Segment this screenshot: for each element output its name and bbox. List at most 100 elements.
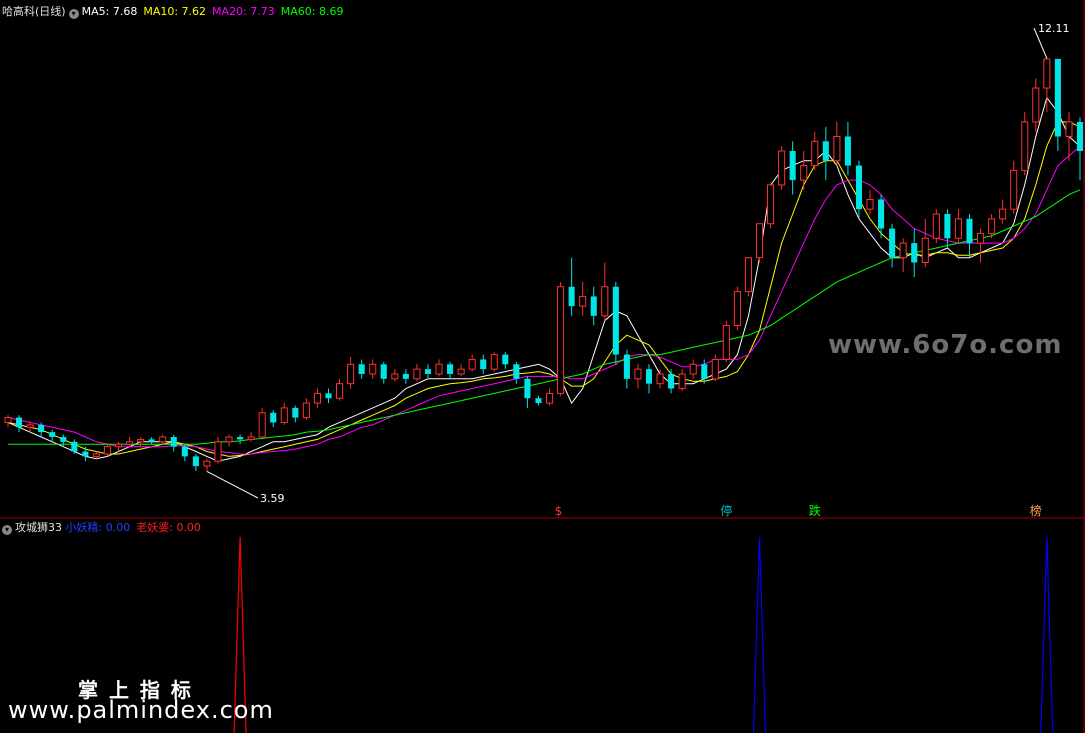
candle-body <box>668 373 675 389</box>
candle <box>380 361 387 384</box>
candle-body <box>38 424 45 433</box>
candle-body <box>1021 121 1029 171</box>
signal-marker: 榜 <box>1030 503 1042 518</box>
candle-body <box>192 456 199 467</box>
candle-body <box>921 237 929 263</box>
candle <box>82 446 89 462</box>
stock-title: 哈高科(日线) <box>2 5 66 18</box>
candle-body <box>1054 58 1061 137</box>
candle <box>767 184 775 229</box>
candle-body <box>302 402 310 419</box>
ma60-value: 8.69 <box>318 5 344 18</box>
candle-body <box>579 295 587 307</box>
candle-body <box>313 392 321 404</box>
candle <box>921 218 929 268</box>
candle <box>855 160 863 219</box>
candle-body <box>789 151 796 181</box>
candle-body <box>767 184 775 225</box>
candle <box>159 434 167 445</box>
candle <box>711 354 719 382</box>
candle-body <box>513 364 520 379</box>
grid-lines <box>0 82 1085 691</box>
candle <box>1054 58 1061 152</box>
candle <box>92 451 100 459</box>
candle-body <box>103 446 112 455</box>
candle-body <box>358 364 365 374</box>
candle <box>811 131 819 171</box>
candle <box>623 349 630 389</box>
indicator-spike <box>1040 536 1054 733</box>
candle-body <box>601 286 609 317</box>
candle-body <box>380 364 387 379</box>
candle <box>103 444 112 457</box>
candle-body <box>391 373 399 380</box>
candle <box>203 458 211 472</box>
candle-body <box>568 286 575 307</box>
candle-body <box>1010 169 1018 210</box>
candle-body <box>237 436 244 440</box>
candle <box>71 439 78 454</box>
candle-body <box>711 358 719 380</box>
candle-body <box>1043 58 1051 89</box>
candle <box>192 453 199 471</box>
candle-body <box>468 358 476 370</box>
candle-body <box>701 364 708 379</box>
candle-body <box>811 140 819 167</box>
signal-marker: 跌 <box>809 503 821 518</box>
candle <box>258 407 266 440</box>
candle <box>557 281 565 396</box>
indicator-name: 攻城狮33 <box>15 521 62 534</box>
indicator-spike <box>752 536 767 733</box>
candle-body <box>535 398 542 404</box>
candle-body <box>976 232 985 244</box>
candle-body <box>490 354 498 370</box>
indicator-s1-value: 0.00 <box>105 521 131 534</box>
candle-body <box>889 228 896 258</box>
price-chart[interactable]: 12.11 3.59 $ 停 跌 榜 <box>0 0 1085 733</box>
candle-body <box>480 359 487 370</box>
candle-body <box>855 165 863 210</box>
signal-markers: $ 停 跌 榜 <box>555 503 1042 518</box>
candle-body <box>557 286 565 394</box>
candle <box>336 378 344 401</box>
candle <box>634 364 642 389</box>
candle <box>844 121 851 176</box>
candle-body <box>822 141 829 161</box>
candle-body <box>656 373 664 385</box>
candle-body <box>114 443 123 448</box>
ma20-label: MA20: <box>212 5 247 18</box>
ma20-value: 7.73 <box>250 5 275 18</box>
indicator-lines <box>233 536 1054 733</box>
candle-body <box>137 438 145 443</box>
candle <box>424 364 431 379</box>
candle-body <box>833 135 841 162</box>
candle <box>225 434 233 447</box>
candle <box>976 228 985 263</box>
low-pointer <box>206 470 259 499</box>
candle <box>16 415 23 433</box>
candle-body <box>347 363 355 385</box>
settings-circle-icon[interactable]: ▾ <box>68 9 79 19</box>
candle-body <box>435 363 443 375</box>
settings-circle-icon[interactable]: ▾ <box>2 525 12 535</box>
candle-body <box>126 441 134 445</box>
candle-body <box>292 407 299 418</box>
low-price-label: 3.59 <box>260 492 285 505</box>
candle-body <box>944 214 951 239</box>
candle <box>966 214 973 258</box>
candle-body <box>1065 121 1073 137</box>
ma5-value: 7.68 <box>112 5 138 18</box>
candle-body <box>447 364 454 374</box>
price-panel-header: 哈高科(日线) ▾ MA5: 7.68 MA10: 7.62 MA20: 7.73 MA6… <box>2 5 343 19</box>
candle <box>181 444 188 462</box>
candle <box>1010 160 1018 215</box>
candle <box>1076 117 1084 181</box>
candle <box>1021 112 1029 176</box>
candle <box>447 361 454 379</box>
candle <box>457 364 465 377</box>
candle <box>954 209 962 244</box>
candle <box>137 436 145 447</box>
candle <box>325 388 332 404</box>
candle-body <box>678 373 686 390</box>
candle-body <box>502 354 509 365</box>
